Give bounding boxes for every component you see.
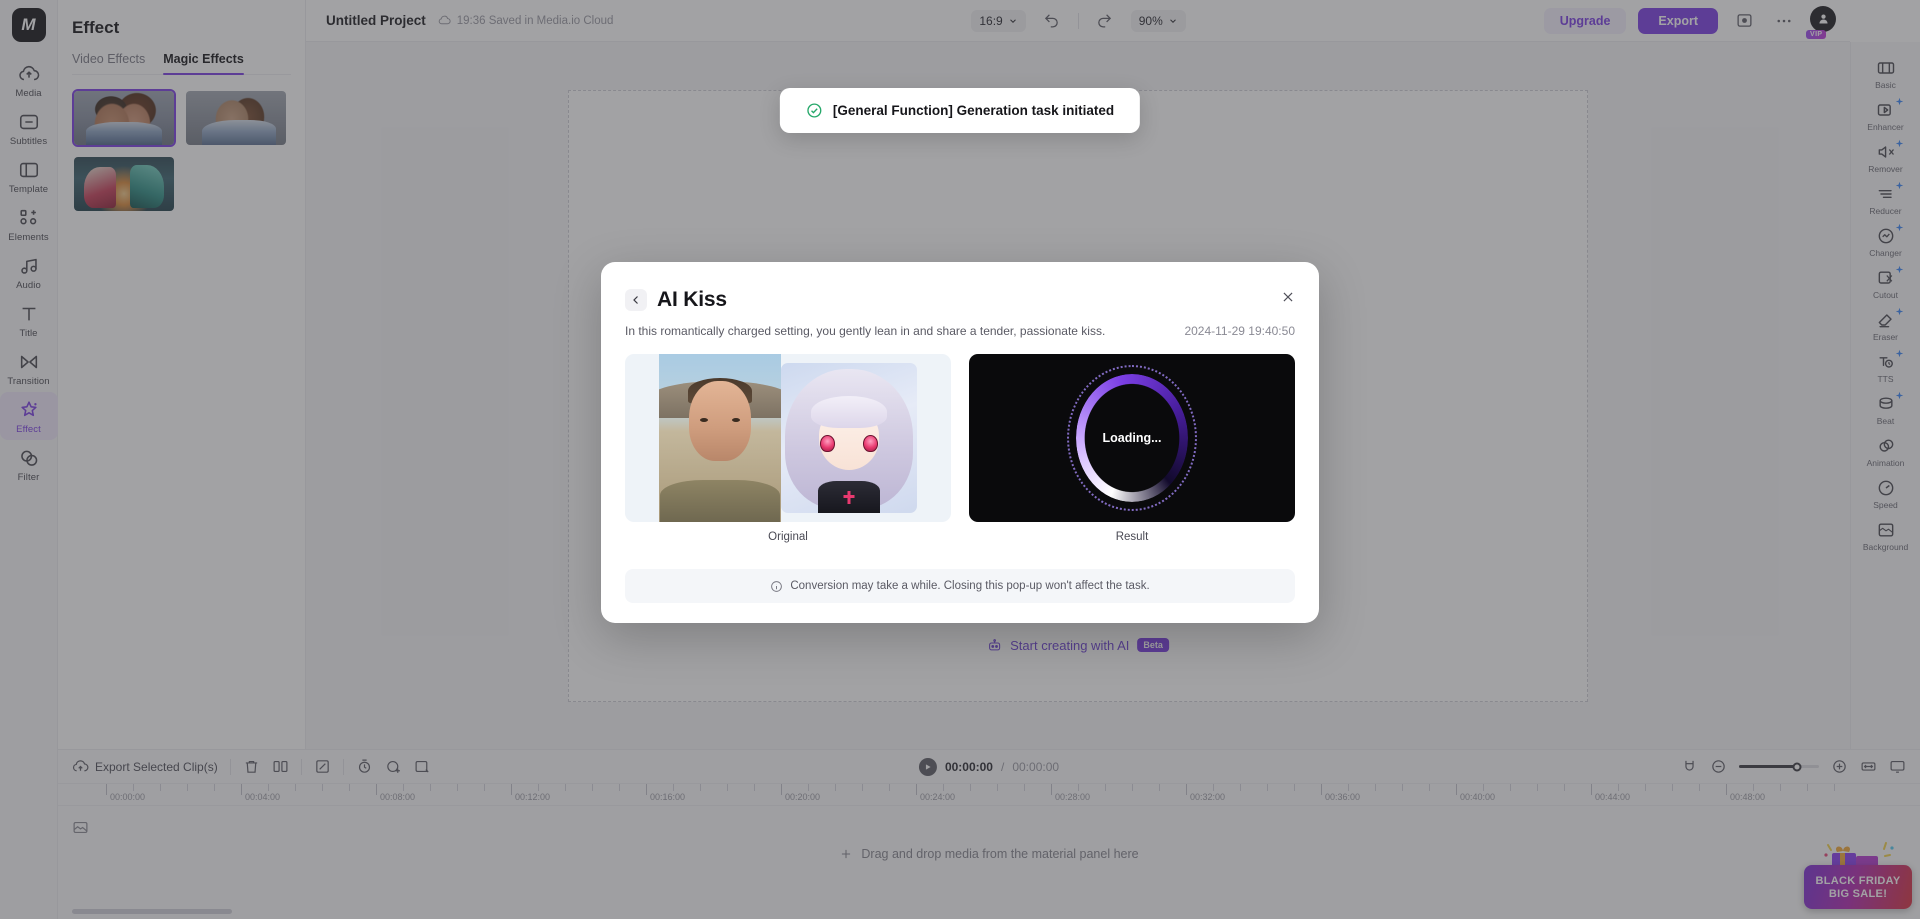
photo-face [689, 380, 751, 461]
modal-timestamp: 2024-11-29 19:40:50 [1184, 324, 1295, 338]
original-caption: Original [768, 531, 808, 543]
modal-note: Conversion may take a while. Closing thi… [625, 569, 1295, 603]
result-preview[interactable]: Loading... [969, 354, 1295, 522]
close-icon [1283, 292, 1293, 302]
modal-title: AI Kiss [657, 288, 727, 311]
anime-cross-pendant [843, 491, 855, 504]
chevron-left-icon [633, 296, 638, 304]
modal-subheader: In this romantically charged setting, yo… [625, 324, 1295, 338]
toast-message: [General Function] Generation task initi… [832, 103, 1115, 118]
editor-root: M Media Subtitles Template Elements Audio Tit… [0, 0, 1920, 919]
result-column: Loading... Result [969, 354, 1295, 543]
loading-text: Loading... [1102, 431, 1162, 445]
result-caption: Result [1115, 531, 1149, 543]
back-button[interactable] [625, 289, 647, 311]
close-button[interactable] [1277, 286, 1299, 308]
check-circle-icon [807, 103, 822, 118]
anime-eye-left [820, 435, 836, 452]
original-anime-portrait [781, 363, 917, 513]
original-column: Original [625, 354, 951, 543]
modal-header: AI Kiss [625, 288, 1295, 312]
modal-preview-row: Original Loading... Result [625, 354, 1295, 543]
photo-torso [660, 480, 780, 522]
original-photo-portrait [659, 354, 781, 522]
ai-kiss-modal: AI Kiss In this romantically charged set… [601, 262, 1319, 623]
anime-bangs [811, 396, 887, 428]
toast-notification: [General Function] Generation task initi… [779, 88, 1141, 133]
modal-description: In this romantically charged setting, yo… [625, 324, 1106, 338]
info-icon [771, 580, 783, 592]
original-preview[interactable] [625, 354, 951, 522]
loading-spinner: Loading... [1067, 365, 1197, 511]
anime-eye-right [862, 435, 878, 452]
modal-note-text: Conversion may take a while. Closing thi… [790, 580, 1150, 592]
photo-eye-right [731, 417, 740, 422]
